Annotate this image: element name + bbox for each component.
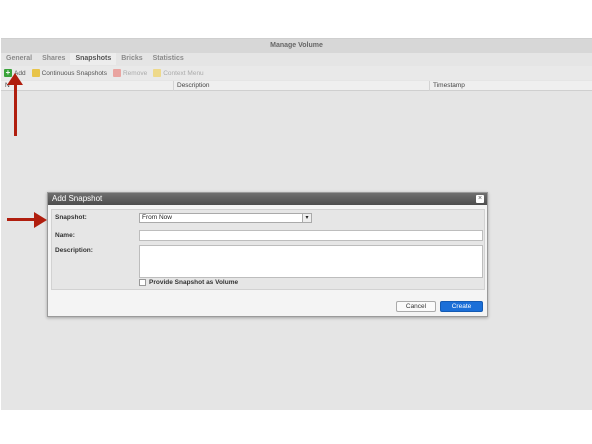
remove-icon bbox=[112, 69, 121, 77]
close-icon[interactable]: × bbox=[476, 195, 484, 203]
name-field[interactable] bbox=[139, 230, 483, 241]
context-menu-button[interactable]: Context Menu bbox=[153, 69, 204, 77]
snapshot-label: Snapshot: bbox=[55, 214, 87, 221]
pencil-icon bbox=[31, 69, 40, 77]
provide-snapshot-label: Provide Snapshot as Volume bbox=[149, 279, 239, 286]
screenshot-stage: Manage Volume General Shares Snapshots B… bbox=[0, 0, 592, 444]
provide-snapshot-option[interactable]: Provide Snapshot as Volume bbox=[139, 279, 238, 286]
snapshot-grid-header: N Description Timestamp bbox=[1, 81, 592, 91]
provide-snapshot-checkbox[interactable] bbox=[139, 279, 146, 286]
remove-label: Remove bbox=[122, 69, 148, 77]
snapshot-select[interactable]: From Now ▾ bbox=[139, 213, 312, 223]
cancel-button[interactable]: Cancel bbox=[396, 301, 436, 312]
column-timestamp[interactable]: Timestamp bbox=[433, 82, 465, 90]
description-field[interactable] bbox=[139, 245, 483, 278]
tab-bricks[interactable]: Bricks bbox=[116, 53, 147, 65]
chevron-down-icon: ▾ bbox=[302, 214, 311, 222]
dialog-title-bar: Add Snapshot × bbox=[48, 193, 487, 205]
dialog-title: Add Snapshot bbox=[52, 194, 103, 203]
tab-snapshots[interactable]: Snapshots bbox=[70, 53, 117, 65]
description-label: Description: bbox=[55, 247, 93, 254]
snapshot-select-value: From Now bbox=[142, 214, 172, 221]
continuous-snapshots-label: Continuous Snapshots bbox=[41, 69, 107, 77]
tab-bar: General Shares Snapshots Bricks Statisti… bbox=[1, 53, 189, 65]
name-label: Name: bbox=[55, 232, 75, 239]
annotation-arrow-right-head bbox=[34, 212, 47, 228]
continuous-snapshots-button[interactable]: Continuous Snapshots bbox=[31, 69, 107, 77]
column-divider bbox=[173, 81, 174, 91]
add-snapshot-dialog: Add Snapshot × Snapshot: From Now ▾ Name… bbox=[47, 192, 488, 317]
tab-statistics[interactable]: Statistics bbox=[148, 53, 189, 65]
remove-button[interactable]: Remove bbox=[112, 69, 148, 77]
tab-general[interactable]: General bbox=[1, 53, 37, 65]
column-description[interactable]: Description bbox=[177, 82, 210, 90]
window-title: Manage Volume bbox=[1, 39, 592, 53]
tab-shares[interactable]: Shares bbox=[37, 53, 70, 65]
snapshot-toolbar: + Add Continuous Snapshots Remove Contex… bbox=[1, 66, 592, 80]
column-divider bbox=[429, 81, 430, 91]
create-button[interactable]: Create bbox=[440, 301, 483, 312]
context-menu-icon bbox=[153, 69, 162, 77]
context-menu-label: Context Menu bbox=[163, 69, 204, 77]
dialog-form: Snapshot: From Now ▾ Name: Description: … bbox=[51, 209, 485, 290]
annotation-arrow-up bbox=[14, 80, 17, 136]
annotation-arrow-right bbox=[7, 218, 37, 221]
